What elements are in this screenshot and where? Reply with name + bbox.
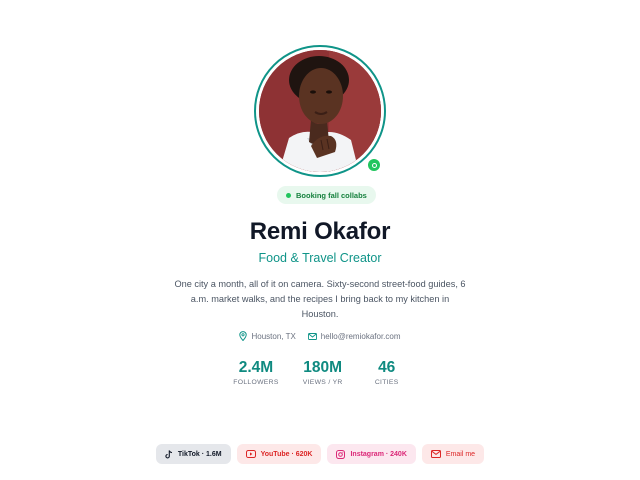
youtube-button[interactable]: YouTube · 620K [236,444,322,464]
tiktok-label: TikTok · 1.6M [177,450,222,458]
status-badge: Booking fall collabs [277,186,376,204]
mail-icon [430,450,441,458]
map-pin-icon [239,331,248,341]
online-indicator-icon [366,157,382,173]
instagram-icon [336,449,346,459]
stat-label: FOLLOWERS [233,379,279,386]
youtube-icon [245,450,256,458]
avatar[interactable] [254,45,386,177]
stat-value: 180M [303,359,343,376]
email-me-button[interactable]: Email me [421,444,485,464]
stat-label: CITIES [374,379,399,386]
social-links: TikTok · 1.6M YouTube · 620K Instagram ·… [0,444,640,464]
stat-followers: 2.4M FOLLOWERS [233,359,278,386]
stat-value: 2.4M [238,359,274,376]
location-text: Houston, TX [251,331,296,341]
tiktok-button[interactable]: TikTok · 1.6M [155,444,231,464]
stats-row: 2.4M FOLLOWERS 180M VIEWS / YR 46 CITIES [0,359,640,386]
profile-name: Remi Okafor [249,218,391,245]
avatar-photo [259,50,381,172]
youtube-label: YouTube · 620K [260,450,313,458]
profile-role: Food & Travel Creator [258,251,382,265]
location: Houston, TX [239,331,296,341]
stat-value: 46 [378,359,396,376]
email-text[interactable]: hello@remiokafor.com [321,332,401,341]
avatar-container [254,45,386,177]
instagram-label: Instagram · 240K [350,450,407,458]
status-dot-icon [286,192,291,198]
tiktok-icon [165,449,172,458]
email-me-label: Email me [445,450,476,458]
stat-cities: 46 CITIES [367,359,407,386]
status-text: Booking fall collabs [296,190,367,200]
mail-icon [307,332,317,340]
profile-meta: Houston, TX hello@remiokafor.com [0,331,640,341]
stat-label: VIEWS / YR [302,379,343,386]
stat-views: 180M VIEWS / YR [303,359,343,386]
instagram-button[interactable]: Instagram · 240K [327,444,416,464]
profile-bio: One city a month, all of it on camera. S… [174,279,466,319]
email[interactable]: hello@remiokafor.com [307,331,401,341]
